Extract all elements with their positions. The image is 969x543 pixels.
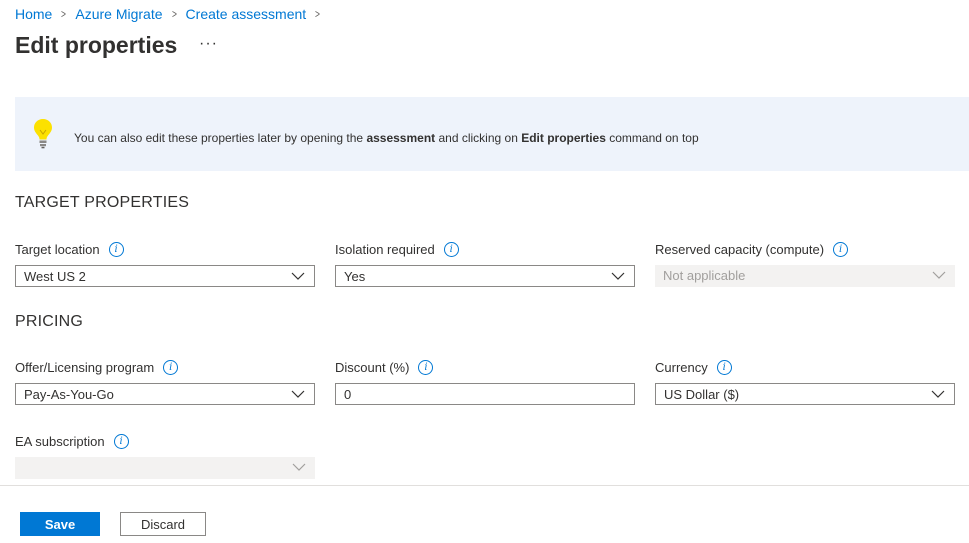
- offer-licensing-dropdown[interactable]: Pay-As-You-Go: [15, 383, 315, 405]
- more-options-button[interactable]: ···: [199, 35, 218, 53]
- info-icon[interactable]: i: [418, 360, 434, 375]
- discard-button[interactable]: Discard: [120, 512, 206, 536]
- isolation-required-value: Yes: [344, 269, 366, 284]
- breadcrumb: Home > Azure Migrate > Create assessment…: [15, 6, 329, 22]
- chevron-down-icon: [291, 272, 305, 280]
- target-location-label: Target location i: [15, 242, 124, 257]
- info-icon[interactable]: i: [113, 434, 129, 449]
- footer-divider: [0, 485, 969, 486]
- section-heading-pricing: PRICING: [15, 313, 84, 330]
- offer-licensing-value: Pay-As-You-Go: [24, 387, 114, 402]
- chevron-down-icon: [932, 271, 946, 279]
- breadcrumb-azure-migrate[interactable]: Azure Migrate: [75, 6, 162, 22]
- breadcrumb-home[interactable]: Home: [15, 6, 52, 22]
- page-title: Edit properties: [15, 32, 178, 58]
- chevron-down-icon: [611, 272, 625, 280]
- isolation-required-label: Isolation required i: [335, 242, 459, 257]
- info-icon[interactable]: i: [163, 360, 179, 375]
- info-icon[interactable]: i: [443, 242, 459, 257]
- info-banner-text: You can also edit these properties later…: [74, 131, 699, 145]
- info-icon[interactable]: i: [108, 242, 124, 257]
- currency-label: Currency i: [655, 360, 732, 375]
- chevron-down-icon: [291, 390, 305, 398]
- ea-subscription-dropdown: [15, 457, 315, 479]
- reserved-capacity-dropdown: Not applicable: [655, 265, 955, 287]
- lightbulb-icon: [34, 119, 52, 149]
- chevron-down-icon: [931, 390, 945, 398]
- reserved-capacity-value: Not applicable: [663, 268, 746, 283]
- offer-licensing-label: Offer/Licensing program i: [15, 360, 179, 375]
- save-button[interactable]: Save: [20, 512, 100, 536]
- target-location-dropdown[interactable]: West US 2: [15, 265, 315, 287]
- currency-value: US Dollar ($): [664, 387, 740, 402]
- ea-subscription-label: EA subscription i: [15, 434, 129, 449]
- breadcrumb-separator: >: [315, 7, 321, 21]
- info-icon[interactable]: i: [833, 242, 849, 257]
- section-heading-target-properties: TARGET PROPERTIES: [15, 194, 190, 211]
- target-location-value: West US 2: [24, 269, 86, 284]
- isolation-required-dropdown[interactable]: Yes: [335, 265, 635, 287]
- info-icon[interactable]: i: [716, 360, 732, 375]
- info-banner: You can also edit these properties later…: [15, 97, 969, 171]
- breadcrumb-create-assessment[interactable]: Create assessment: [186, 6, 307, 22]
- reserved-capacity-label: Reserved capacity (compute) i: [655, 242, 849, 257]
- currency-dropdown[interactable]: US Dollar ($): [655, 383, 955, 405]
- chevron-down-icon: [292, 463, 306, 471]
- discount-input[interactable]: 0: [335, 383, 635, 405]
- discount-label: Discount (%) i: [335, 360, 434, 375]
- breadcrumb-separator: >: [61, 7, 67, 21]
- breadcrumb-separator: >: [171, 7, 177, 21]
